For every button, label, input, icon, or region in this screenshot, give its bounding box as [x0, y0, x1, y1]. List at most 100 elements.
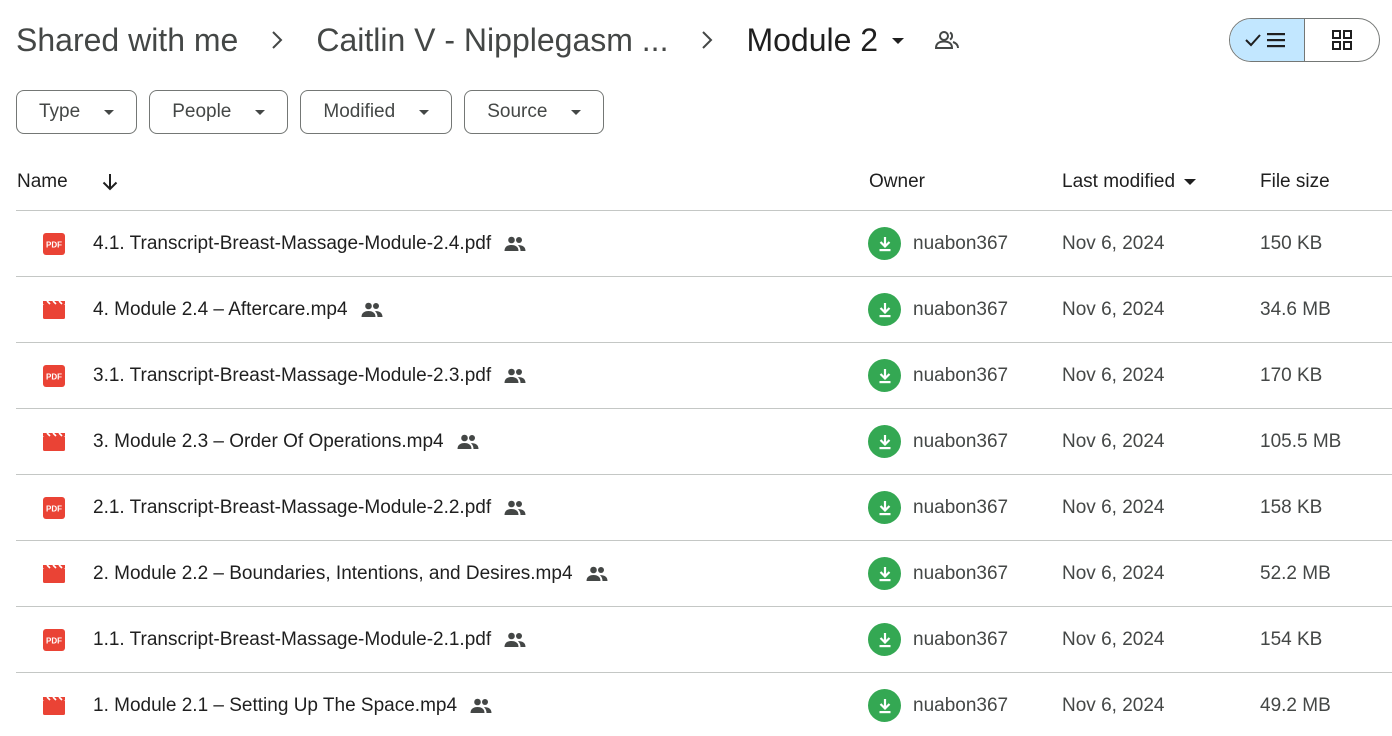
caret-down-icon [571, 109, 582, 115]
download-avatar-icon [868, 689, 901, 722]
shared-people-icon [503, 499, 527, 517]
file-type-icon-cell: PDF [43, 475, 65, 540]
owner-name: nuabon367 [913, 694, 1009, 716]
filter-people[interactable]: People [149, 90, 289, 134]
video-file-icon [43, 563, 65, 583]
grid-view-button[interactable] [1305, 19, 1379, 61]
breadcrumb-root[interactable]: Shared with me [16, 22, 238, 59]
download-avatar-icon [868, 227, 901, 260]
filter-label: Source [487, 101, 548, 122]
check-list-icon [1245, 33, 1285, 48]
file-size-cell: 150 KB [1260, 232, 1323, 254]
file-size-cell: 105.5 MB [1260, 430, 1342, 452]
filter-modified[interactable]: Modified [300, 90, 453, 134]
list-view-button[interactable] [1230, 19, 1305, 61]
file-list: PDF 4.1. Transcript-Breast-Massage-Modul… [16, 211, 1392, 736]
file-name-cell: 1.1. Transcript-Breast-Massage-Module-2.… [93, 607, 527, 672]
pdf-file-icon: PDF [43, 496, 65, 519]
file-type-icon-cell: PDF [43, 607, 65, 672]
shared-people-icon [503, 631, 527, 649]
table-row[interactable]: PDF 4.1. Transcript-Breast-Massage-Modul… [16, 211, 1392, 277]
table-row[interactable]: PDF 3.1. Transcript-Breast-Massage-Modul… [16, 343, 1392, 409]
column-header-file-size[interactable]: File size [1260, 154, 1330, 210]
column-header-last-modified[interactable]: Last modified [1062, 154, 1197, 210]
table-header: Name Owner Last modified File size [16, 154, 1392, 211]
file-name: 3. Module 2.3 – Order Of Operations.mp4 [93, 430, 444, 452]
file-name-cell: 4. Module 2.4 – Aftercare.mp4 [93, 277, 384, 342]
filter-source[interactable]: Source [464, 90, 605, 134]
owner-name: nuabon367 [913, 430, 1009, 452]
file-name-cell: 3.1. Transcript-Breast-Massage-Module-2.… [93, 343, 527, 408]
pdf-file-icon: PDF [43, 232, 65, 255]
owner-cell: nuabon367 [868, 607, 1008, 672]
file-size-cell: 52.2 MB [1260, 562, 1331, 584]
chevron-right-icon [668, 29, 746, 51]
last-modified-cell: Nov 6, 2024 [1062, 694, 1165, 716]
video-file-icon [43, 695, 65, 715]
video-file-icon [43, 431, 65, 451]
table-row[interactable]: 2. Module 2.2 – Boundaries, Intentions, … [16, 541, 1392, 607]
file-size-cell: 170 KB [1260, 364, 1323, 386]
file-name-cell: 4.1. Transcript-Breast-Massage-Module-2.… [93, 211, 527, 276]
arrow-down-icon [102, 174, 118, 191]
view-toggle [1229, 18, 1380, 62]
shared-people-icon [585, 565, 609, 583]
filter-type[interactable]: Type [16, 90, 138, 134]
file-type-icon-cell [43, 673, 65, 736]
file-type-icon-cell [43, 277, 65, 342]
shared-people-icon [469, 697, 493, 715]
video-file-icon [43, 299, 65, 319]
chevron-right-icon [238, 29, 316, 51]
file-name: 4.1. Transcript-Breast-Massage-Module-2.… [93, 232, 492, 254]
file-type-icon-cell [43, 541, 65, 606]
breadcrumb-current[interactable]: Module 2 [746, 21, 905, 59]
file-name: 3.1. Transcript-Breast-Massage-Module-2.… [93, 364, 492, 386]
file-size-cell: 34.6 MB [1260, 298, 1331, 320]
file-name-cell: 3. Module 2.3 – Order Of Operations.mp4 [93, 409, 480, 474]
download-avatar-icon [868, 557, 901, 590]
owner-cell: nuabon367 [868, 673, 1008, 736]
owner-name: nuabon367 [913, 364, 1009, 386]
pdf-file-icon: PDF [43, 628, 65, 651]
column-header-label: Last modified [1062, 171, 1176, 192]
owner-cell: nuabon367 [868, 475, 1008, 540]
caret-down-icon [255, 109, 266, 115]
download-avatar-icon [868, 293, 901, 326]
owner-cell: nuabon367 [868, 343, 1008, 408]
breadcrumb-parent[interactable]: Caitlin V - Nipplegasm ... [316, 22, 668, 59]
sort-direction-button[interactable] [100, 154, 120, 210]
owner-name: nuabon367 [913, 496, 1009, 518]
filter-label: Modified [323, 101, 396, 122]
file-type-icon-cell: PDF [43, 211, 65, 276]
column-header-owner[interactable]: Owner [869, 154, 925, 210]
owner-name: nuabon367 [913, 232, 1009, 254]
owner-name: nuabon367 [913, 298, 1009, 320]
table-row[interactable]: 1. Module 2.1 – Setting Up The Space.mp4… [16, 673, 1392, 736]
pdf-file-icon: PDF [43, 364, 65, 387]
download-avatar-icon [868, 491, 901, 524]
last-modified-cell: Nov 6, 2024 [1062, 232, 1165, 254]
svg-text:PDF: PDF [46, 636, 62, 645]
column-header-name[interactable]: Name [17, 154, 68, 210]
shared-people-icon [360, 301, 384, 319]
table-row[interactable]: PDF 1.1. Transcript-Breast-Massage-Modul… [16, 607, 1392, 673]
svg-text:PDF: PDF [46, 372, 62, 381]
file-size-cell: 158 KB [1260, 496, 1323, 518]
download-avatar-icon [868, 425, 901, 458]
filter-label: Type [39, 101, 81, 122]
table-row[interactable]: 3. Module 2.3 – Order Of Operations.mp4 … [16, 409, 1392, 475]
table-row[interactable]: PDF 2.1. Transcript-Breast-Massage-Modul… [16, 475, 1392, 541]
shared-people-icon [456, 433, 480, 451]
breadcrumb-current-label: Module 2 [746, 21, 879, 58]
file-name: 4. Module 2.4 – Aftercare.mp4 [93, 298, 348, 320]
last-modified-cell: Nov 6, 2024 [1062, 298, 1165, 320]
shared-people-icon[interactable] [934, 29, 960, 51]
last-modified-cell: Nov 6, 2024 [1062, 628, 1165, 650]
table-row[interactable]: 4. Module 2.4 – Aftercare.mp4 nuabon367 … [16, 277, 1392, 343]
file-name: 2. Module 2.2 – Boundaries, Intentions, … [93, 562, 573, 584]
file-name: 1. Module 2.1 – Setting Up The Space.mp4 [93, 694, 458, 716]
caret-down-icon [1184, 179, 1197, 185]
caret-down-icon [419, 109, 430, 115]
filter-bar: Type People Modified Source [16, 90, 605, 134]
caret-down-icon [104, 109, 115, 115]
